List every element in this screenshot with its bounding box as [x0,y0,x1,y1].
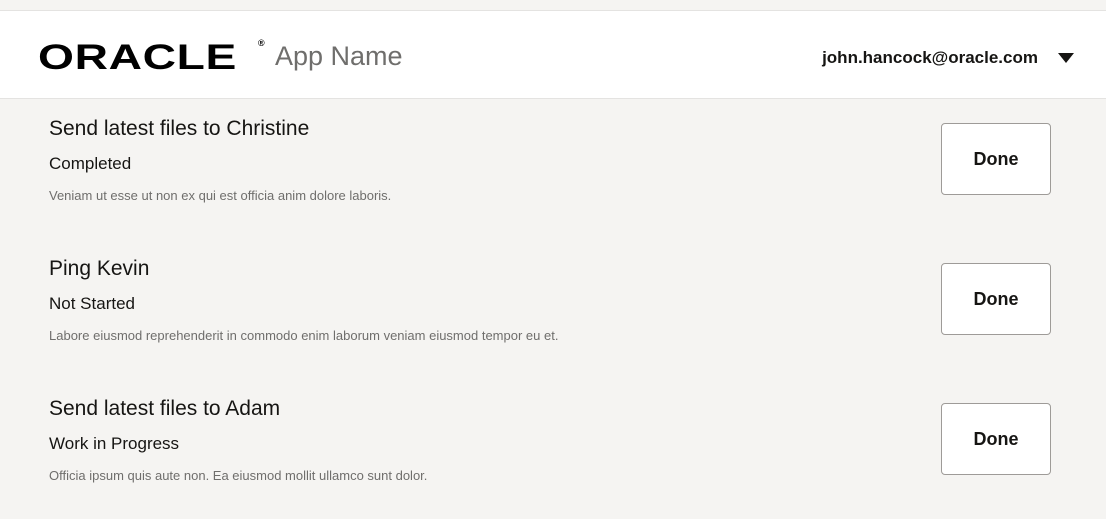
task-status: Not Started [49,294,135,313]
task-title: Send latest files to Christine [49,117,310,140]
user-menu[interactable]: john.hancock@oracle.com [822,48,1074,68]
app-name: App Name [275,41,403,71]
task-description: Veniam ut esse ut non ex qui est officia… [49,188,392,203]
brand: ORACLE ® App Name [38,38,403,75]
task-description: Labore eiusmod reprehenderit in commodo … [49,328,559,343]
app-header: ORACLE ® App Name john.hancock@oracle.co… [0,11,1106,99]
done-button[interactable]: Done [941,403,1051,475]
task-item: Send latest files to Adam Work in Progre… [0,379,1106,519]
task-title: Send latest files to Adam [49,397,281,420]
task-status: Work in Progress [49,434,180,453]
task-item: Send latest files to Christine Completed… [0,99,1106,239]
task-title: Ping Kevin [49,257,150,280]
task-list: Send latest files to Christine Completed… [0,99,1106,519]
registered-mark: ® [258,38,265,48]
caret-down-icon[interactable] [1058,53,1074,63]
task-description: Officia ipsum quis aute non. Ea eiusmod … [49,468,428,483]
done-button[interactable]: Done [941,123,1051,195]
user-email[interactable]: john.hancock@oracle.com [822,48,1038,68]
task-status: Completed [49,154,132,173]
task-item: Ping Kevin Not Started Labore eiusmod re… [0,239,1106,379]
done-button[interactable]: Done [941,263,1051,335]
oracle-logo: ORACLE [38,38,238,77]
